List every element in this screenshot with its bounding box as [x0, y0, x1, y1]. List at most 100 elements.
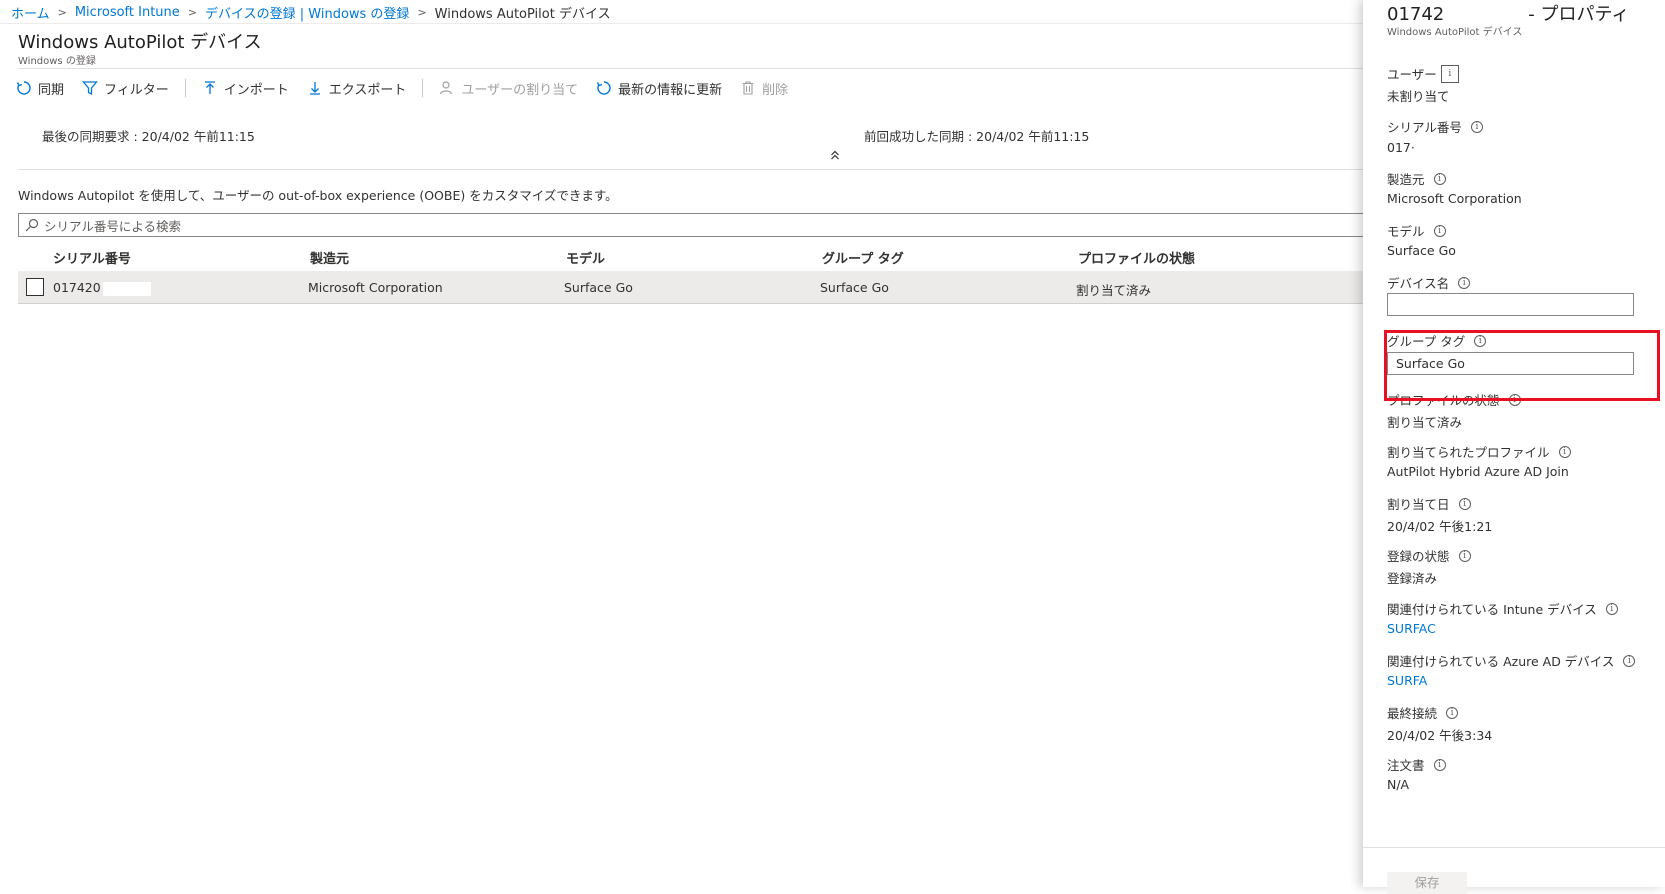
- last-contact-field-label: 最終接続 i: [1387, 703, 1459, 722]
- sync-label: 同期: [38, 82, 65, 98]
- label-text: 製造元: [1387, 172, 1425, 187]
- import-label: インポート: [223, 82, 289, 98]
- filter-icon: [82, 81, 98, 96]
- label-text: 最終接続: [1387, 706, 1438, 721]
- divider: [18, 68, 1372, 69]
- info-icon[interactable]: i: [1458, 549, 1471, 562]
- export-label: エクスポート: [328, 82, 407, 98]
- search-input[interactable]: シリアル番号による検索: [18, 213, 1372, 237]
- label-text: 関連付けられている Intune デバイス: [1387, 602, 1597, 617]
- enrollment-status-field-label: 登録の状態 i: [1387, 546, 1471, 565]
- refresh-icon: [597, 81, 611, 95]
- info-icon[interactable]: i: [1433, 172, 1446, 185]
- serial-value: 017·: [1387, 140, 1415, 155]
- model-value: Surface Go: [1387, 243, 1456, 258]
- toolbar-separator: [184, 79, 186, 97]
- column-header-model[interactable]: モデル: [566, 248, 605, 267]
- cell-profile-status: 割り当て済み: [1076, 283, 1152, 298]
- import-button[interactable]: インポート: [202, 79, 289, 98]
- row-checkbox[interactable]: [26, 278, 44, 296]
- info-icon[interactable]: i: [1446, 706, 1459, 719]
- divider: [0, 23, 1372, 24]
- delete-label: 削除: [762, 82, 789, 98]
- azure-device-link[interactable]: SURFA: [1387, 673, 1427, 688]
- label-text: モデル: [1387, 224, 1425, 239]
- highlight-box: [1384, 330, 1660, 401]
- column-header-serial[interactable]: シリアル番号: [53, 248, 131, 267]
- intune-device-link[interactable]: SURFAC: [1387, 621, 1436, 636]
- filter-button[interactable]: フィルター: [82, 79, 169, 98]
- order-value: N/A: [1387, 777, 1410, 792]
- info-icon[interactable]: i: [1605, 602, 1618, 615]
- breadcrumb: ホーム > Microsoft Intune > デバイスの登録 | Windo…: [11, 2, 611, 22]
- info-icon[interactable]: i: [1623, 654, 1636, 667]
- chevron-right-icon: >: [417, 5, 427, 19]
- toolbar: 同期 フィルター インポート エクスポート ユーザーの割り当て 最新の情報に更新…: [16, 76, 806, 100]
- export-button[interactable]: エクスポート: [307, 79, 407, 98]
- column-header-profile-status[interactable]: プロファイルの状態: [1078, 248, 1195, 267]
- delete-button[interactable]: 削除: [740, 79, 788, 98]
- panel-title-serial: 01742: [1387, 4, 1445, 25]
- label-text: 注文書: [1387, 758, 1425, 773]
- chevrons-up-icon[interactable]: [830, 150, 840, 163]
- user-field-label: ユーザー i: [1387, 64, 1459, 83]
- sync-icon: [16, 81, 31, 95]
- last-sync-request: 最後の同期要求 : 20/4/02 午前11:15: [42, 129, 255, 144]
- chevron-right-icon: >: [187, 5, 198, 19]
- info-icon[interactable]: i: [1440, 64, 1459, 83]
- cell-model: Surface Go: [564, 280, 633, 295]
- assign-user-label: ユーザーの割り当て: [461, 82, 579, 98]
- device-name-input[interactable]: [1387, 293, 1634, 316]
- info-icon[interactable]: i: [1458, 276, 1471, 289]
- divider: [18, 169, 1372, 170]
- label-text: シリアル番号: [1387, 120, 1462, 135]
- serial-field-label: シリアル番号 i: [1387, 117, 1483, 136]
- intune-device-field-label: 関連付けられている Intune デバイス i: [1387, 599, 1618, 618]
- assigned-profile-field-label: 割り当てられたプロファイル i: [1387, 442, 1571, 461]
- column-header-manufacturer[interactable]: 製造元: [310, 248, 349, 267]
- manufacturer-field-label: 製造元 i: [1387, 169, 1446, 188]
- profile-status-value: 割り当て済み: [1387, 415, 1463, 430]
- page-subtitle: Windows の登録: [18, 56, 96, 67]
- main-blade: ホーム > Microsoft Intune > デバイスの登録 | Windo…: [0, 0, 1372, 887]
- label-text: ユーザー: [1387, 67, 1437, 82]
- refresh-button[interactable]: 最新の情報に更新: [596, 79, 722, 98]
- assigned-date-value: 20/4/02 午後1:21: [1387, 519, 1493, 534]
- serial-text: 017420: [53, 280, 101, 295]
- table-header: シリアル番号 製造元 モデル グループ タグ プロファイルの状態: [18, 244, 1372, 268]
- label-text: デバイス名: [1387, 276, 1450, 291]
- breadcrumb-enrollment[interactable]: デバイスの登録 | Windows の登録: [205, 3, 409, 22]
- label-text: 割り当て日: [1387, 497, 1450, 512]
- refresh-label: 最新の情報に更新: [618, 82, 723, 98]
- table-row[interactable]: 017420 Microsoft Corporation Surface Go …: [18, 271, 1372, 304]
- last-successful-sync: 前回成功した同期 : 20/4/02 午前11:15: [864, 129, 1090, 144]
- panel-subtitle: Windows AutoPilot デバイス: [1387, 27, 1523, 38]
- label-text: 関連付けられている Azure AD デバイス: [1387, 654, 1615, 669]
- model-field-label: モデル i: [1387, 221, 1446, 240]
- sync-button[interactable]: 同期: [16, 79, 64, 98]
- column-header-group-tag[interactable]: グループ タグ: [822, 248, 904, 267]
- info-icon[interactable]: i: [1458, 497, 1471, 510]
- label-text: 登録の状態: [1387, 549, 1450, 564]
- assigned-date-field-label: 割り当て日 i: [1387, 494, 1471, 513]
- chevron-right-icon: >: [57, 5, 67, 19]
- trash-icon: [742, 81, 754, 95]
- info-icon[interactable]: i: [1470, 120, 1483, 133]
- filter-label: フィルター: [104, 82, 169, 98]
- breadcrumb-current: Windows AutoPilot デバイス: [434, 6, 611, 22]
- save-button[interactable]: 保存: [1387, 872, 1467, 894]
- info-icon[interactable]: i: [1558, 445, 1571, 458]
- assigned-profile-value: AutPilot Hybrid Azure AD Join: [1387, 464, 1569, 479]
- cell-group-tag: Surface Go: [820, 280, 889, 295]
- toolbar-separator: [422, 79, 424, 97]
- breadcrumb-intune[interactable]: Microsoft Intune: [75, 5, 180, 20]
- redacted-block: [1444, 4, 1529, 20]
- azure-device-field-label: 関連付けられている Azure AD デバイス i: [1387, 651, 1636, 670]
- search-placeholder: シリアル番号による検索: [44, 218, 182, 234]
- order-field-label: 注文書 i: [1387, 755, 1446, 774]
- redacted-block: [102, 281, 151, 296]
- breadcrumb-home[interactable]: ホーム: [11, 3, 50, 22]
- info-icon[interactable]: i: [1433, 758, 1446, 771]
- info-icon[interactable]: i: [1433, 224, 1446, 237]
- assign-user-button[interactable]: ユーザーの割り当て: [439, 79, 578, 98]
